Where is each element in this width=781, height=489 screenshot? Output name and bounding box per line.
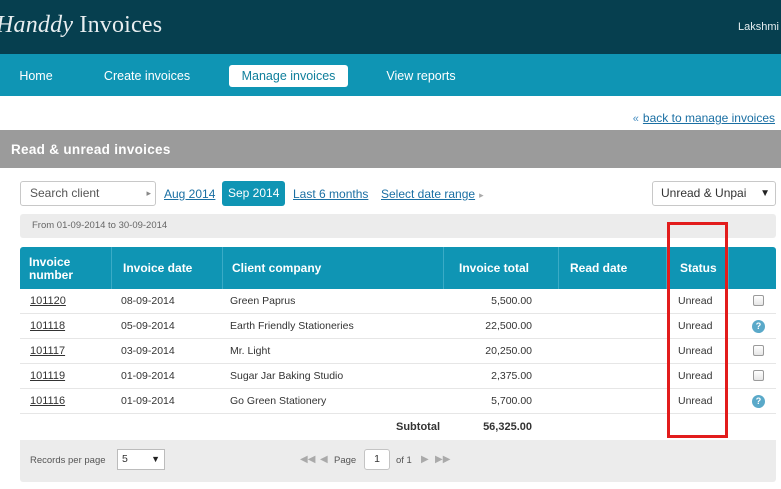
invoice-number-link[interactable]: 101119: [30, 364, 65, 389]
nav-manage-invoices[interactable]: Manage invoices: [229, 65, 348, 87]
nav-create-invoices[interactable]: Create invoices: [98, 65, 196, 87]
invoice-date: 05-09-2014: [121, 320, 175, 332]
help-icon[interactable]: ?: [752, 320, 765, 333]
date-range-info: From 01-09-2014 to 30-09-2014: [20, 214, 776, 238]
caret-right-icon: ▸: [146, 188, 151, 198]
back-to-manage-link[interactable]: «back to manage invoices: [633, 111, 775, 125]
checkbox-icon[interactable]: [753, 370, 764, 381]
invoice-total: 2,375.00: [491, 370, 532, 382]
page-number-input[interactable]: 1: [364, 449, 390, 470]
invoice-date: 01-09-2014: [121, 370, 175, 382]
table-row: 101118 05-09-2014 Earth Friendly Station…: [20, 314, 776, 339]
first-page-icon[interactable]: ◀◀: [300, 454, 315, 465]
status-filter-value: Unread & Unpai: [661, 186, 747, 200]
invoice-date: 03-09-2014: [121, 345, 175, 357]
client-company: Mr. Light: [230, 345, 271, 357]
backlink-bar: «back to manage invoices: [0, 96, 781, 130]
app-logo[interactable]: Handdy Invoices: [0, 12, 162, 39]
user-name[interactable]: Lakshmi: [738, 21, 779, 33]
nav-home[interactable]: Home: [9, 65, 63, 87]
table-row: 101117 03-09-2014 Mr. Light 20,250.00 Un…: [20, 339, 776, 364]
last-page-icon[interactable]: ▶▶: [435, 454, 450, 465]
search-client-input[interactable]: Search client ▸: [20, 181, 156, 206]
table-header: Invoice number Invoice date Client compa…: [20, 247, 776, 289]
status-filter-select[interactable]: Unread & Unpai ▼: [652, 181, 776, 206]
section-title: Read & unread invoices: [11, 142, 171, 157]
invoice-total: 5,700.00: [491, 395, 532, 407]
th-actions: [728, 247, 776, 289]
client-company: Green Paprus: [230, 295, 296, 307]
subtotal-label: Subtotal: [396, 421, 440, 433]
filter-date-range-label: Select date range: [381, 187, 476, 201]
invoice-total: 5,500.00: [491, 295, 532, 307]
invoice-number-link[interactable]: 101118: [30, 314, 65, 339]
prev-page-icon[interactable]: ◀: [320, 454, 328, 465]
records-per-page-select[interactable]: 5 ▼: [117, 449, 165, 470]
filter-prev-month[interactable]: Aug 2014: [164, 187, 215, 201]
th-read-date[interactable]: Read date: [558, 247, 666, 289]
dropdown-arrow-icon: ▼: [760, 188, 770, 199]
table-row: 101120 08-09-2014 Green Paprus 5,500.00 …: [20, 289, 776, 314]
next-page-icon[interactable]: ▶: [421, 454, 429, 465]
records-per-page-label: Records per page: [30, 455, 106, 466]
section-header: Read & unread invoices: [0, 130, 781, 168]
client-company: Sugar Jar Baking Studio: [230, 370, 344, 382]
invoice-total: 22,500.00: [485, 320, 532, 332]
checkbox-icon[interactable]: [753, 295, 764, 306]
page-label: Page: [334, 455, 357, 466]
records-per-page-value: 5: [122, 453, 128, 465]
invoice-date: 01-09-2014: [121, 395, 175, 407]
invoice-total: 20,250.00: [485, 345, 532, 357]
status-column-highlight: [667, 222, 728, 438]
subtotal-value: 56,325.00: [483, 421, 532, 433]
main-nav: Home Create invoices Manage invoices Vie…: [0, 54, 781, 96]
dropdown-arrow-icon: ▼: [151, 454, 160, 464]
subtotal-row: Subtotal 56,325.00: [20, 414, 776, 440]
th-invoice-number[interactable]: Invoice number: [29, 256, 89, 282]
filter-bar: Search client ▸ Aug 2014 Sep 2014 Last 6…: [0, 180, 781, 208]
th-invoice-date[interactable]: Invoice date: [111, 247, 211, 289]
filter-current-month[interactable]: Sep 2014: [222, 181, 286, 206]
client-company: Go Green Stationery: [230, 395, 327, 407]
back-link-label: back to manage invoices: [642, 111, 775, 125]
th-client-company[interactable]: Client company: [222, 247, 402, 289]
logo-script: Handdy: [0, 12, 74, 38]
client-company: Earth Friendly Stationeries: [230, 320, 354, 332]
page-of-label: of 1: [396, 455, 412, 466]
filter-date-range[interactable]: Select date range ▸: [381, 187, 484, 201]
app-header: Handdy Invoices Lakshmi: [0, 0, 781, 54]
th-invoice-total[interactable]: Invoice total: [443, 247, 558, 289]
help-icon[interactable]: ?: [752, 395, 765, 408]
invoice-number-link[interactable]: 101116: [30, 389, 65, 414]
invoice-number-link[interactable]: 101120: [30, 289, 66, 314]
logo-text: Invoices: [73, 12, 163, 38]
checkbox-icon[interactable]: [753, 345, 764, 356]
double-chevron-left-icon: «: [632, 113, 639, 125]
caret-right-icon: ▸: [479, 190, 484, 200]
table-row: 101119 01-09-2014 Sugar Jar Baking Studi…: [20, 364, 776, 389]
invoice-date: 08-09-2014: [121, 295, 175, 307]
search-client-placeholder: Search client: [30, 186, 100, 200]
filter-last-6-months[interactable]: Last 6 months: [293, 187, 368, 201]
pagination-bar: Records per page 5 ▼ ◀◀ ◀ Page 1 of 1 ▶ …: [20, 440, 776, 482]
nav-view-reports[interactable]: View reports: [380, 65, 462, 87]
invoice-number-link[interactable]: 101117: [30, 339, 65, 364]
table-row: 101116 01-09-2014 Go Green Stationery 5,…: [20, 389, 776, 414]
